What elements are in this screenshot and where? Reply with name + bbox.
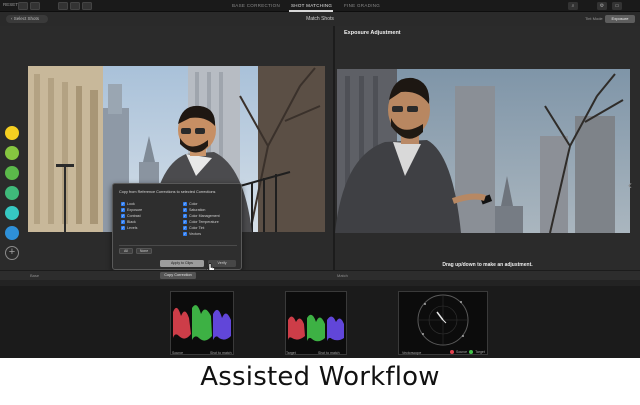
tab-fine-grading[interactable]: FINE GRADING (344, 3, 380, 8)
select-all-button[interactable]: All (119, 248, 133, 254)
target-image (335, 69, 630, 234)
source-shot-caption: Shot to match (210, 351, 232, 355)
correction-strip: Base Copy Correction Match (0, 270, 640, 280)
compare-button[interactable] (58, 2, 68, 10)
vectorscope-label: Vectorscope (402, 351, 422, 355)
checkmark-icon: ✓ (183, 202, 187, 206)
option-checkbox[interactable]: ✓ Exposure (121, 208, 142, 212)
target-caption: Target (286, 351, 296, 355)
option-label: Exposure (127, 208, 143, 212)
correction-swatch[interactable] (5, 186, 19, 200)
option-label: Color Tint (189, 226, 205, 230)
source-rgb-parade[interactable] (170, 291, 234, 355)
option-checkbox[interactable]: ✓ Saturation (183, 208, 205, 212)
undo-button[interactable] (18, 2, 28, 10)
checkmark-icon: ✓ (121, 208, 125, 212)
scopes-header (0, 280, 640, 286)
checkmark-icon: ✓ (183, 232, 187, 236)
option-checkbox[interactable]: ✓ Levels (121, 226, 137, 230)
correction-swatch[interactable] (5, 126, 19, 140)
option-label: Levels (127, 226, 138, 230)
exposure-adjustment-label: Exposure Adjustment (344, 30, 401, 36)
chevron-left-icon[interactable]: ‹ (628, 178, 632, 192)
checkmark-icon: ✓ (183, 226, 187, 230)
redo-button[interactable] (30, 2, 40, 10)
add-correction-icon[interactable]: + (5, 246, 19, 260)
option-checkbox[interactable]: ✓ Color Temperature (183, 220, 219, 224)
legend-target: Target (475, 350, 485, 354)
reset-label[interactable]: RESET (3, 2, 18, 7)
option-checkbox[interactable]: ✓ Color Management (183, 214, 220, 218)
tab-base-correction[interactable]: BASE CORRECTION (232, 3, 280, 8)
copy-corrections-dialog: Copy from Reference Corrections to selec… (112, 183, 242, 270)
option-label: Saturation (189, 208, 206, 212)
source-dot-icon (450, 350, 454, 354)
checkmark-icon: ✓ (121, 214, 125, 218)
sub-toolbar: ‹ Select Shots Match Shots Tint Mode Exp… (0, 12, 640, 26)
correction-swatch[interactable] (5, 146, 19, 160)
settings-icon[interactable]: ⚙ (597, 2, 607, 10)
option-label: Look (127, 202, 135, 206)
target-parade-graph (288, 314, 344, 342)
dialog-title: Copy from Reference Corrections to selec… (119, 190, 216, 194)
checkmark-icon: ✓ (183, 220, 187, 224)
source-caption: Source (172, 351, 184, 355)
tint-mode-label: Tint Mode (585, 16, 603, 21)
apply-to-clips-button[interactable]: Apply to Clips (160, 260, 204, 267)
target-shot-caption: Shot to match (318, 351, 340, 355)
target-viewer[interactable] (335, 26, 640, 270)
caption: Assisted Workflow (200, 362, 440, 392)
option-label: Color (189, 202, 198, 206)
tab-shot-matching[interactable]: SHOT MATCHING (291, 3, 332, 8)
option-label: Black (127, 220, 136, 224)
window-icon[interactable]: ▭ (612, 2, 622, 10)
legend-source: Source (456, 350, 468, 354)
option-checkbox[interactable]: ✓ Black (121, 220, 136, 224)
layout-button[interactable] (82, 2, 92, 10)
checkmark-icon: ✓ (183, 208, 187, 212)
option-checkbox[interactable]: ✓ Contrast (121, 214, 141, 218)
vectorscope-graph (417, 294, 469, 346)
option-checkbox[interactable]: ✓ Vectors (183, 232, 201, 236)
app-window: RESET BASE CORRECTION SHOT MATCHING FINE… (0, 0, 640, 358)
checkmark-icon: ✓ (121, 202, 125, 206)
correction-swatch[interactable] (5, 206, 19, 220)
select-none-button[interactable]: None (136, 248, 152, 254)
option-label: Color Temperature (189, 220, 219, 224)
rgb-parade-graph (173, 305, 231, 341)
checkmark-icon: ✓ (121, 226, 125, 230)
target-dot-icon (469, 350, 474, 354)
dialog-divider (119, 245, 237, 246)
vectorscope-legend: Source Target (450, 350, 485, 354)
checkmark-icon: ✓ (121, 220, 125, 224)
checkmark-icon: ✓ (183, 214, 187, 218)
page-title: Match Shots (306, 16, 334, 22)
correction-swatch[interactable] (5, 166, 19, 180)
option-checkbox[interactable]: ✓ Color (183, 202, 198, 206)
drag-hint: Drag up/down to make an adjustment. (442, 262, 533, 268)
top-toolbar: RESET BASE CORRECTION SHOT MATCHING FINE… (0, 0, 640, 12)
option-label: Contrast (127, 214, 141, 218)
target-rgb-parade[interactable] (285, 291, 347, 355)
option-label: Color Management (189, 214, 220, 218)
base-label: Base (30, 273, 40, 278)
option-checkbox[interactable]: ✓ Look (121, 202, 135, 206)
option-checkbox[interactable]: ✓ Color Tint (183, 226, 204, 230)
vectorscope[interactable] (398, 291, 488, 355)
split-view-button[interactable] (70, 2, 80, 10)
match-label: Match (337, 273, 348, 278)
search-icon[interactable]: ⌕ (568, 2, 578, 10)
mode-selector[interactable]: Exposure (605, 15, 635, 23)
copy-correction-button[interactable]: Copy Correction (160, 272, 196, 279)
correction-swatch[interactable] (5, 226, 19, 240)
option-label: Vectors (189, 232, 201, 236)
